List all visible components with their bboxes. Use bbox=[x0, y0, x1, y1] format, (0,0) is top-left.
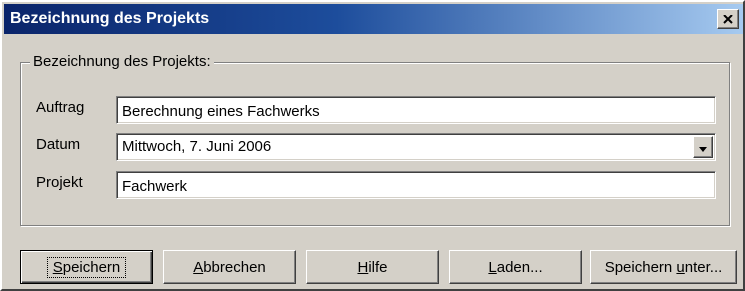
projekt-input[interactable] bbox=[116, 171, 716, 199]
datum-dropdown-button[interactable] bbox=[693, 136, 713, 158]
abbrechen-button[interactable]: Abbrechen bbox=[163, 250, 296, 284]
datum-value: Mittwoch, 7. Juni 2006 bbox=[122, 138, 272, 155]
groupbox-legend: Bezeichnung des Projekts: bbox=[30, 52, 214, 72]
speichern-unter-label: Speichern unter... bbox=[604, 258, 723, 276]
close-icon bbox=[723, 14, 733, 24]
auftrag-label: Auftrag bbox=[36, 99, 85, 116]
datum-combobox[interactable]: Mittwoch, 7. Juni 2006 bbox=[116, 133, 716, 161]
hilfe-label: Hilfe bbox=[357, 258, 388, 276]
title-bar[interactable]: Bezeichnung des Projekts bbox=[4, 4, 743, 34]
hilfe-button[interactable]: Hilfe bbox=[306, 250, 439, 284]
chevron-down-icon bbox=[699, 139, 707, 156]
close-button[interactable] bbox=[717, 9, 739, 29]
projekt-label: Projekt bbox=[36, 174, 83, 191]
speichern-button[interactable]: Speichern bbox=[20, 250, 153, 284]
speichern-label: Speichern bbox=[46, 256, 127, 278]
speichern-unter-button[interactable]: Speichern unter... bbox=[590, 250, 737, 284]
abbrechen-label: Abbrechen bbox=[193, 258, 266, 276]
datum-label: Datum bbox=[36, 136, 81, 153]
laden-label: Laden... bbox=[488, 258, 543, 276]
window-title: Bezeichnung des Projekts bbox=[10, 10, 210, 27]
laden-button[interactable]: Laden... bbox=[449, 250, 582, 284]
auftrag-input[interactable] bbox=[116, 96, 716, 124]
